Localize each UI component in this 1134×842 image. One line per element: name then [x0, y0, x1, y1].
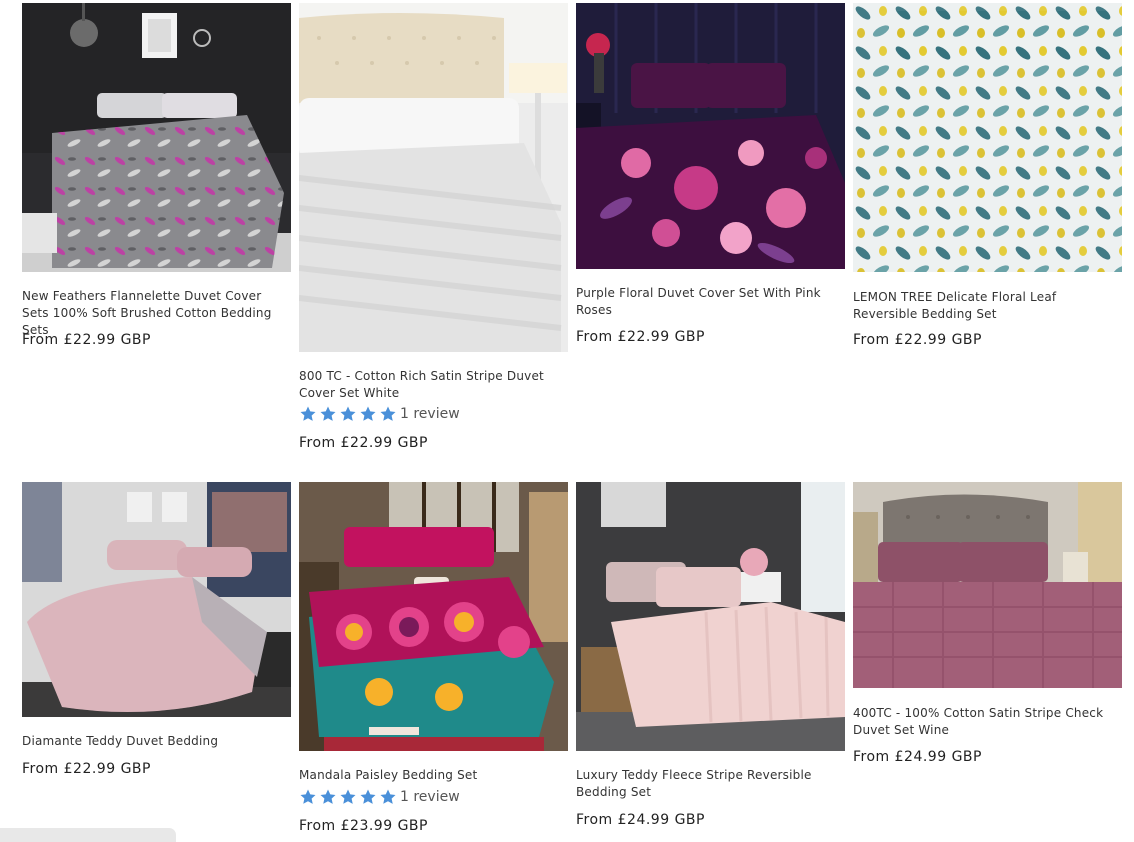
product-image[interactable]: [853, 482, 1122, 688]
product-title[interactable]: LEMON TREE Delicate Floral Leaf Reversib…: [853, 289, 1122, 323]
pink-teddy-duvet-photo: [22, 482, 291, 717]
product-price: From £22.99 GBP: [299, 435, 428, 451]
wine-satin-check-duvet-photo: [853, 482, 1122, 688]
product-image[interactable]: [576, 482, 845, 751]
product-title[interactable]: 800 TC - Cotton Rich Satin Stripe Duvet …: [299, 368, 568, 402]
lemon-tree-leaf-duvet-photo: [853, 3, 1122, 272]
star-icon: [319, 788, 337, 806]
star-icon: [359, 405, 377, 423]
mandala-paisley-bedding-photo: [299, 482, 568, 751]
star-icon: [319, 405, 337, 423]
star-icon: [359, 788, 377, 806]
product-title[interactable]: Diamante Teddy Duvet Bedding: [22, 733, 291, 750]
product-image[interactable]: [576, 3, 845, 269]
review-count[interactable]: 1 review: [400, 406, 460, 422]
grey-pink-feather-duvet-photo: [22, 3, 291, 272]
product-price: From £24.99 GBP: [853, 749, 982, 765]
product-rating: 1 review: [299, 404, 460, 424]
star-icon: [339, 788, 357, 806]
product-rating: 1 review: [299, 787, 460, 807]
white-satin-stripe-duvet-photo: [299, 3, 568, 352]
star-icon: [299, 788, 317, 806]
product-price: From £22.99 GBP: [22, 332, 151, 348]
blush-teddy-fleece-bedding-photo: [576, 482, 845, 751]
product-price: From £22.99 GBP: [22, 761, 151, 777]
star-icon: [299, 405, 317, 423]
product-image[interactable]: [853, 3, 1122, 272]
star-rating: [299, 405, 397, 423]
review-count[interactable]: 1 review: [400, 789, 460, 805]
product-price: From £22.99 GBP: [576, 329, 705, 345]
product-image[interactable]: [22, 3, 291, 272]
star-icon: [379, 405, 397, 423]
product-image[interactable]: [299, 3, 568, 352]
product-title[interactable]: Mandala Paisley Bedding Set: [299, 767, 568, 784]
product-price: From £23.99 GBP: [299, 818, 428, 834]
product-title[interactable]: Purple Floral Duvet Cover Set With Pink …: [576, 285, 845, 319]
star-icon: [379, 788, 397, 806]
product-image[interactable]: [22, 482, 291, 717]
product-price: From £24.99 GBP: [576, 812, 705, 828]
purple-floral-duvet-photo: [576, 3, 845, 269]
product-price: From £22.99 GBP: [853, 332, 982, 348]
star-rating: [299, 788, 397, 806]
star-icon: [339, 405, 357, 423]
product-title[interactable]: 400TC - 100% Cotton Satin Stripe Check D…: [853, 705, 1122, 739]
product-title[interactable]: Luxury Teddy Fleece Stripe Reversible Be…: [576, 767, 845, 801]
product-image[interactable]: [299, 482, 568, 751]
